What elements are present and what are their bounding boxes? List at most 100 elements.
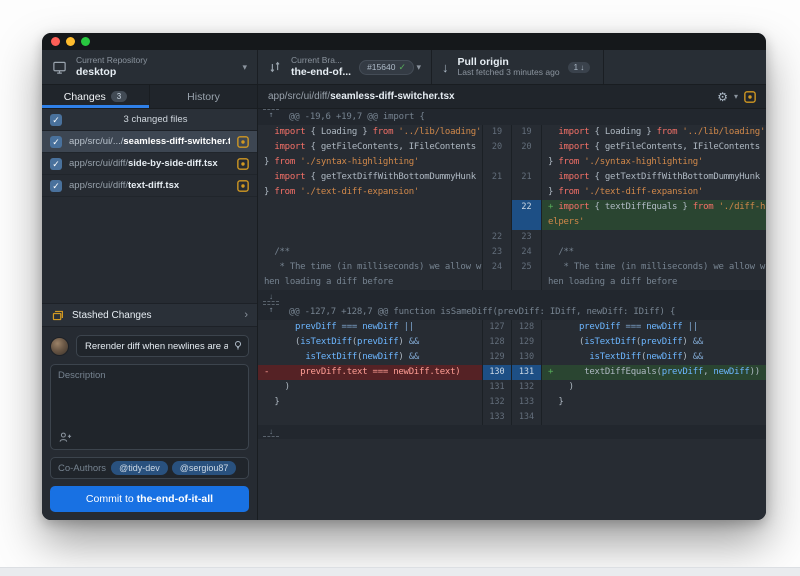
changes-count-badge: 3 (111, 91, 127, 102)
new-line-number[interactable]: 25 (512, 260, 542, 275)
diff-row: 2223 (258, 230, 766, 245)
new-line-number[interactable]: 22 (512, 200, 542, 215)
new-line-number[interactable] (512, 155, 542, 170)
new-line-number[interactable] (512, 185, 542, 200)
commit-description-input[interactable] (58, 370, 241, 431)
old-line-number[interactable]: 127 (482, 320, 512, 335)
diff-row: 22+ import { textDiffEquals } from './di… (258, 200, 766, 215)
old-line-number[interactable] (482, 215, 512, 230)
file-checkbox[interactable]: ✓ (50, 180, 62, 192)
old-line-number[interactable]: 24 (482, 260, 512, 275)
hunk-header: ↑ @@ -127,7 +128,7 @@ function isSameDiff… (258, 304, 766, 320)
new-code-cell: } from './syntax-highlighting' (542, 155, 766, 170)
download-arrow-icon: ↓ (442, 60, 449, 75)
old-code-cell: /** (258, 245, 482, 260)
stashed-changes-row[interactable]: Stashed Changes › (42, 303, 257, 327)
chevron-down-icon: ▾ (242, 62, 247, 73)
old-line-number[interactable]: 21 (482, 170, 512, 185)
chevron-down-icon[interactable]: ▾ (734, 92, 738, 101)
diff-row: isTextDiff(newDiff) &&129130 isTextDiff(… (258, 350, 766, 365)
diff-file-header: app/src/ui/diff/seamless-diff-switcher.t… (258, 85, 766, 109)
pr-number: #15640 (367, 62, 395, 72)
commit-button[interactable]: Commit to the-end-of-it-all (50, 486, 249, 512)
file-path: app/src/ui/.../seamless-diff-switcher.ts… (69, 136, 230, 147)
new-line-number[interactable] (512, 215, 542, 230)
tab-changes[interactable]: Changes 3 (42, 85, 150, 108)
old-line-number[interactable]: 133 (482, 410, 512, 425)
new-line-number[interactable]: 23 (512, 230, 542, 245)
expand-row: ↓ (258, 290, 766, 304)
new-code-cell: /** (542, 245, 766, 260)
commit-summary-input[interactable] (76, 335, 249, 357)
old-line-number[interactable] (482, 185, 512, 200)
file-checkbox[interactable]: ✓ (50, 158, 62, 170)
new-line-number[interactable]: 134 (512, 410, 542, 425)
new-line-number[interactable] (512, 275, 542, 290)
modified-status-icon (237, 180, 249, 192)
gear-icon[interactable]: ⚙ (717, 90, 728, 104)
old-line-number[interactable] (482, 155, 512, 170)
pr-badge[interactable]: #15640 ✓ (359, 60, 414, 75)
select-all-checkbox[interactable]: ✓ (50, 114, 62, 126)
new-line-number[interactable]: 21 (512, 170, 542, 185)
down-arrow-icon: ↓ (580, 63, 584, 72)
old-line-number[interactable]: 22 (482, 230, 512, 245)
old-line-number[interactable]: 129 (482, 350, 512, 365)
new-line-number[interactable]: 131 (512, 365, 542, 380)
diff-row: elpers' (258, 215, 766, 230)
diff-row: import { Loading } from '../lib/loading'… (258, 125, 766, 140)
modified-status-icon (237, 136, 249, 148)
new-line-number[interactable]: 132 (512, 380, 542, 395)
old-line-number[interactable]: 23 (482, 245, 512, 260)
lightbulb-icon[interactable] (232, 339, 244, 352)
old-line-number[interactable]: 19 (482, 125, 512, 140)
coauthors-field[interactable]: Co-Authors @tidy-dev@sergiou87 (50, 457, 249, 479)
chevron-right-icon: › (244, 309, 248, 321)
tab-changes-label: Changes (64, 91, 106, 103)
commit-description-box (50, 364, 249, 450)
sidebar: Changes 3 History ✓ 3 changed files ✓app… (42, 85, 258, 520)
new-line-number[interactable]: 130 (512, 350, 542, 365)
expand-up-icon[interactable]: ↑ (263, 109, 279, 125)
new-line-number[interactable]: 129 (512, 335, 542, 350)
old-line-number[interactable]: 132 (482, 395, 512, 410)
new-code-cell: * The time (in milliseconds) we allow w (542, 260, 766, 275)
hunk-header-text: @@ -127,7 +128,7 @@ function isSameDiff(… (289, 304, 675, 320)
old-line-number[interactable] (482, 275, 512, 290)
repository-selector[interactable]: Current Repository desktop ▾ (42, 50, 258, 84)
new-line-number[interactable]: 20 (512, 140, 542, 155)
old-line-number[interactable]: 20 (482, 140, 512, 155)
old-line-number[interactable]: 128 (482, 335, 512, 350)
add-coauthor-icon[interactable] (58, 431, 72, 444)
old-line-number[interactable] (482, 200, 512, 215)
file-row[interactable]: ✓app/src/ui/diff/text-diff.tsx (42, 175, 257, 197)
tab-history[interactable]: History (150, 85, 257, 108)
expand-up-icon[interactable]: ↑ (263, 304, 279, 320)
new-code-cell: (isTextDiff(prevDiff) && (542, 335, 766, 350)
new-line-number[interactable]: 128 (512, 320, 542, 335)
expand-down-icon[interactable]: ↓ (263, 427, 279, 437)
new-code-cell: } from './text-diff-expansion' (542, 185, 766, 200)
coauthor-pill: @sergiou87 (172, 461, 237, 475)
coauthors-label: Co-Authors (58, 463, 106, 474)
new-code-cell: import { getTextDiffWithBottomDummyHunk (542, 170, 766, 185)
old-line-number[interactable]: 131 (482, 380, 512, 395)
file-row[interactable]: ✓ app/src/ui/.../seamless-diff-switcher.t… (42, 131, 257, 153)
expand-down-icon[interactable]: ↓ (263, 292, 279, 302)
old-line-number[interactable]: 130 (482, 365, 512, 380)
repository-name: desktop (76, 66, 147, 78)
changes-history-tabs: Changes 3 History (42, 85, 257, 109)
file-row[interactable]: ✓app/src/ui/diff/side-by-side-diff.tsx (42, 153, 257, 175)
new-code-cell: + import { textDiffEquals } from './diff… (542, 200, 766, 215)
new-line-number[interactable]: 19 (512, 125, 542, 140)
pull-origin-button[interactable]: ↓ Pull origin Last fetched 3 minutes ago… (432, 50, 604, 84)
diff-row: /**2324 /** (258, 245, 766, 260)
branch-selector[interactable]: Current Bra... the-end-of... #15640 ✓ ▾ (258, 50, 432, 84)
close-button[interactable] (51, 37, 60, 46)
file-checkbox[interactable]: ✓ (50, 136, 62, 148)
maximize-button[interactable] (81, 37, 90, 46)
new-line-number[interactable]: 24 (512, 245, 542, 260)
new-line-number[interactable]: 133 (512, 395, 542, 410)
branch-icon (268, 60, 282, 74)
minimize-button[interactable] (66, 37, 75, 46)
